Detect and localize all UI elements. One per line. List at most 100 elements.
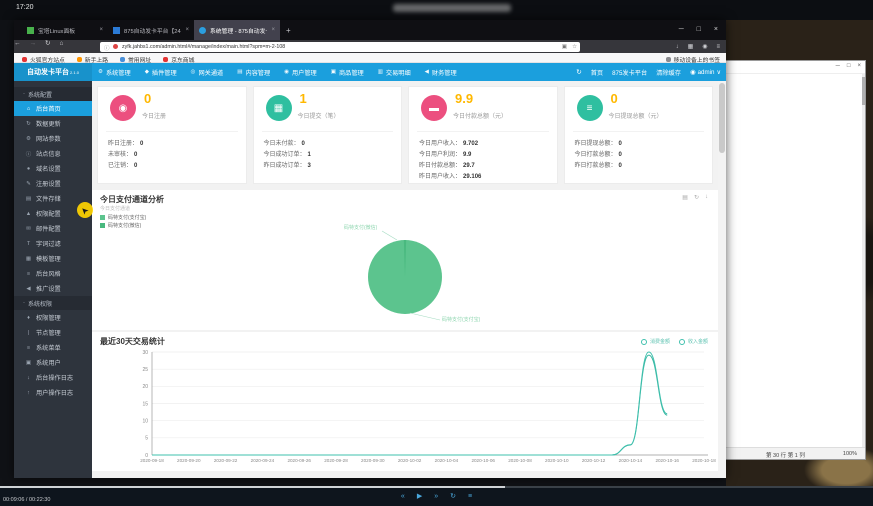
copy-icon[interactable]: ▣: [562, 44, 567, 50]
url-text[interactable]: zyfk.jahbs1.com/admin.html#/manage/index…: [122, 44, 285, 50]
header-link[interactable]: 清除缓存: [656, 68, 681, 77]
sidebar-item-link[interactable]: ↻数据更新: [14, 116, 92, 131]
next-icon[interactable]: »: [434, 493, 438, 501]
close-icon[interactable]: ×: [714, 25, 718, 34]
prev-icon[interactable]: «: [401, 493, 405, 501]
top-nav-item[interactable]: ⚙系统管理: [98, 68, 131, 77]
notepad-scrollbar[interactable]: [862, 74, 865, 448]
notepad-line-col: 第 30 行 第 1 列: [766, 451, 805, 459]
sidebar-item-link[interactable]: ⚙网站参数: [14, 131, 92, 146]
top-nav-label: 插件管理: [152, 68, 177, 77]
sidebar-item-link[interactable]: ↓后台操作日志: [14, 370, 92, 385]
sidebar-item-link[interactable]: ⓘ站点信息: [14, 146, 92, 161]
top-nav-item[interactable]: ▣商品管理: [331, 68, 364, 77]
minimize-icon[interactable]: ─: [679, 25, 684, 34]
logup-icon: ↑: [25, 390, 32, 396]
video-player-bar: « ▶ » ↻ ≡ 00:09:06 / 00:22:30: [0, 486, 873, 506]
tab-close-icon[interactable]: ×: [271, 27, 275, 33]
sidebar-item-link[interactable]: ◀推广设置: [14, 281, 92, 296]
stat-value: 0: [611, 91, 618, 106]
sidebar-item-link[interactable]: |节点管理: [14, 325, 92, 340]
tab-favicon-icon: [113, 27, 120, 34]
sidebar-item-link[interactable]: ✉邮件配置: [14, 221, 92, 236]
sidebar-item-label: 网站参数: [36, 134, 61, 143]
stat-detail-value: 0: [134, 163, 137, 169]
reload-icon[interactable]: ↻: [45, 40, 50, 48]
notepad-statusbar: 第 30 行 第 1 列 100%: [726, 447, 865, 459]
tab-close-icon[interactable]: ×: [99, 27, 103, 33]
page-scrollbar[interactable]: [718, 81, 726, 478]
top-nav-item[interactable]: ◉用户管理: [284, 68, 317, 77]
refresh-icon[interactable]: ↻: [576, 68, 581, 76]
top-nav-item[interactable]: ▤内容管理: [237, 68, 270, 77]
stat-detail-rows: 今日未付款：0今日成功订单：1昨日成功订单：3: [264, 138, 311, 171]
sidebar-item-active[interactable]: ⌂后台首页: [14, 101, 92, 116]
finance-icon: ◀: [425, 69, 429, 75]
content-icon: ▤: [237, 69, 242, 75]
top-nav-item[interactable]: ◆插件管理: [145, 68, 177, 77]
pie-slice-label: 码特支付(支付宝): [442, 316, 480, 323]
svg-text:2020-10-10: 2020-10-10: [545, 458, 569, 463]
back-icon[interactable]: ←: [14, 40, 21, 48]
extensions-icon[interactable]: ▦: [688, 43, 694, 51]
forward-icon[interactable]: →: [30, 40, 37, 48]
browser-tab[interactable]: 875自动发卡平台【24小时 ×: [108, 20, 194, 40]
home-icon[interactable]: ⌂: [59, 40, 63, 48]
browser-tab[interactable]: 系统管理 - 875自动发卡平台×: [194, 20, 280, 40]
sidebar-item-link[interactable]: ↑用户操作日志: [14, 385, 92, 400]
tab-title: 宝塔Linux面板: [38, 26, 95, 35]
tab-close-icon[interactable]: ×: [185, 27, 189, 33]
sidebar-item-label: 模板管理: [36, 254, 61, 263]
bookmark-star-icon[interactable]: ☆: [572, 44, 577, 50]
bookmark-favicon-icon: [77, 57, 82, 62]
sidebar-item-link[interactable]: ●域名设置: [14, 161, 92, 176]
top-nav-item[interactable]: ▥交易明细: [378, 68, 411, 77]
maximize-icon[interactable]: □: [847, 63, 851, 70]
downloads-icon[interactable]: ↓: [676, 43, 679, 51]
notepad-scrollbar-thumb[interactable]: [862, 77, 865, 105]
user-menu[interactable]: ◉ admin ∨: [690, 68, 721, 76]
account-icon[interactable]: ◉: [702, 43, 707, 51]
app-header: 自动发卡平台 2.1.0 ⚙系统管理◆插件管理◎网关通道▤内容管理◉用户管理▣商…: [14, 63, 726, 81]
stat-detail-row: 昨日成功订单：3: [264, 160, 311, 171]
stat-detail-label: 今日成功订单：: [264, 152, 306, 158]
sidebar-item-link[interactable]: ♦权限管理: [14, 310, 92, 325]
top-nav-item[interactable]: ◀财务管理: [425, 68, 457, 77]
sidebar-section-header[interactable]: ·系统权限: [14, 296, 92, 310]
maximize-icon[interactable]: □: [697, 25, 701, 34]
menu-icon[interactable]: ≡: [468, 493, 472, 501]
bookmark-favicon-icon: [22, 57, 27, 62]
sidebar-section-title: 系统配置: [28, 90, 52, 99]
play-icon[interactable]: ▶: [417, 493, 422, 501]
sidebar-item-link[interactable]: ▦模板管理: [14, 251, 92, 266]
header-link[interactable]: 875发卡平台: [612, 68, 647, 77]
sidebar-item-label: 邮件配置: [36, 224, 61, 233]
sidebar-item-link[interactable]: ✎注册设置: [14, 176, 92, 191]
sidebar-item-link[interactable]: ≡后台风格: [14, 266, 92, 281]
menu-icon[interactable]: ≡: [716, 43, 720, 51]
shield-icon[interactable]: ⓘ: [104, 44, 110, 52]
page-scrollbar-thumb[interactable]: [719, 83, 725, 153]
stat-detail-label: 昨日付款总额：: [419, 163, 461, 169]
stat-label: 今日提现总额（元）: [609, 111, 663, 120]
close-icon[interactable]: ×: [857, 63, 861, 70]
top-nav-item[interactable]: ◎网关通道: [191, 68, 224, 77]
sidebar-section-header[interactable]: ·系统配置: [14, 87, 92, 101]
minimize-icon[interactable]: ─: [836, 63, 840, 70]
home2-icon: ⌂: [25, 106, 32, 112]
url-input[interactable]: ⓘ zyfk.jahbs1.com/admin.html#/manage/ind…: [100, 42, 580, 52]
sidebar-item-link[interactable]: ▣系统用户: [14, 355, 92, 370]
sidebar-item-link[interactable]: T字词过滤: [14, 236, 92, 251]
browser-tab[interactable]: 宝塔Linux面板 ×: [22, 20, 108, 40]
header-link[interactable]: 首页: [591, 68, 603, 77]
lines-icon: ≡: [25, 271, 32, 277]
user-icon: ◉: [690, 68, 696, 76]
new-tab-button[interactable]: +: [286, 26, 291, 35]
dot-icon: ●: [25, 166, 32, 172]
sidebar-item-link[interactable]: ≡系统菜单: [14, 340, 92, 355]
loop-icon[interactable]: ↻: [450, 493, 456, 501]
player-time: 00:09:06 / 00:22:30: [3, 497, 50, 503]
stat-detail-value: 0: [619, 152, 622, 158]
tab-title: 875自动发卡平台【24小时: [124, 26, 181, 35]
stat-detail-row: 已注销：0: [108, 160, 143, 171]
